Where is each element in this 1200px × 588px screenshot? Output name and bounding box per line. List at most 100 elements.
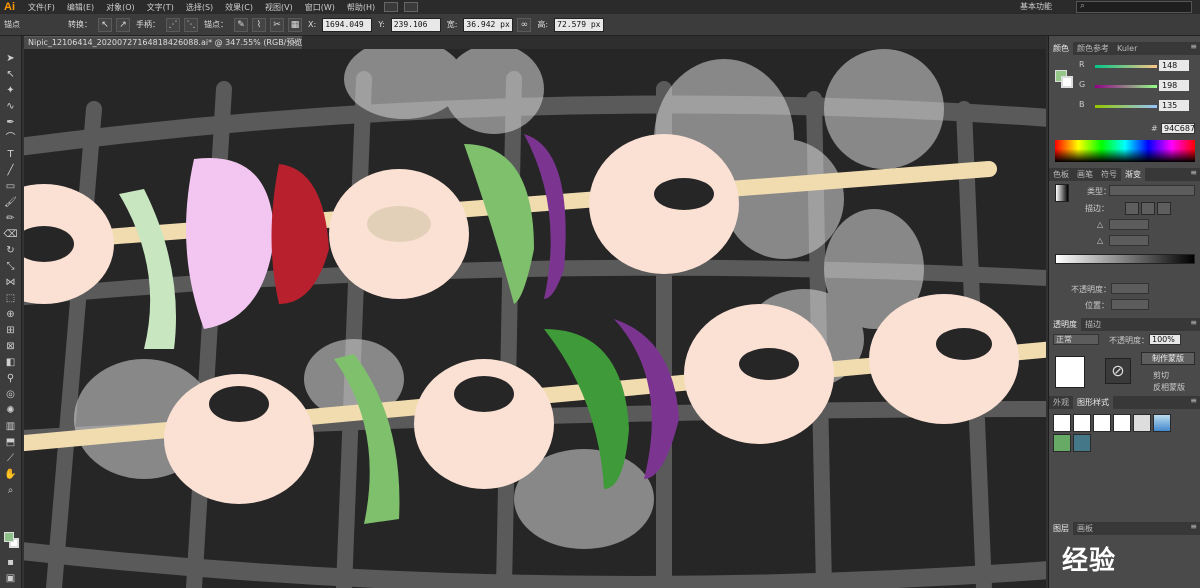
convert-smooth-icon[interactable]: ↗	[116, 17, 130, 32]
menu-view[interactable]: 视图(V)	[259, 2, 299, 13]
gradient-angle-field[interactable]	[1109, 219, 1149, 230]
green-track[interactable]	[1095, 85, 1157, 88]
direct-selection-tool-icon[interactable]: ↖	[3, 68, 18, 81]
screen-mode-icon[interactable]: ▣	[3, 572, 18, 585]
gradient-tool-icon[interactable]: ◧	[3, 356, 18, 369]
gradient-type-select[interactable]	[1109, 185, 1195, 196]
invert-mask-checkbox[interactable]: 反相蒙版	[1153, 382, 1185, 393]
artboard-canvas[interactable]	[24, 49, 1046, 588]
magic-wand-tool-icon[interactable]: ✦	[3, 84, 18, 97]
column-graph-tool-icon[interactable]: ▥	[3, 420, 18, 433]
tab-symbols[interactable]: 符号	[1097, 168, 1121, 181]
red-value[interactable]: 148	[1159, 60, 1189, 71]
tab-kuler[interactable]: Kuler	[1113, 42, 1141, 55]
x-field[interactable]: 1694.049	[322, 17, 373, 32]
layers-panel-menu-icon[interactable]: ≡	[1190, 522, 1197, 531]
clip-checkbox[interactable]: 剪切	[1153, 370, 1169, 381]
tab-appearance[interactable]: 外观	[1049, 396, 1073, 409]
make-mask-button[interactable]: 制作蒙版	[1141, 352, 1195, 365]
tab-stroke[interactable]: 描边	[1081, 318, 1105, 331]
menu-select[interactable]: 选择(S)	[180, 2, 219, 13]
rotate-tool-icon[interactable]: ↻	[3, 244, 18, 257]
menu-edit[interactable]: 编辑(E)	[61, 2, 100, 13]
gradient-preview[interactable]	[1055, 184, 1069, 202]
tab-graphic-styles[interactable]: 图形样式	[1073, 396, 1113, 409]
workspace-switcher[interactable]: 基本功能	[1020, 1, 1070, 13]
symbol-sprayer-tool-icon[interactable]: ✺	[3, 404, 18, 417]
red-track[interactable]	[1095, 65, 1157, 68]
style-2[interactable]	[1073, 414, 1091, 432]
style-8[interactable]	[1073, 434, 1091, 452]
pen-tool-icon[interactable]: ✒	[3, 116, 18, 129]
stroke-across-icon[interactable]	[1157, 202, 1171, 215]
y-field[interactable]: 239.106	[390, 17, 441, 32]
reference-point-icon[interactable]: ▦	[288, 17, 302, 32]
tab-swatches[interactable]: 色板	[1049, 168, 1073, 181]
line-tool-icon[interactable]: ╱	[3, 164, 18, 177]
show-handles-icon[interactable]: ⋰	[166, 17, 180, 32]
hide-handles-icon[interactable]: ⋱	[184, 17, 198, 32]
style-7[interactable]	[1053, 434, 1071, 452]
blend-tool-icon[interactable]: ◎	[3, 388, 18, 401]
convert-corner-icon[interactable]: ↖	[98, 17, 112, 32]
gradient-panel-menu-icon[interactable]: ≡	[1190, 168, 1197, 177]
color-stroke-swatch[interactable]	[1061, 76, 1073, 88]
blue-slider[interactable]: B 135	[1079, 100, 1199, 112]
hex-field[interactable]: 94C687	[1161, 123, 1195, 134]
stroke-within-icon[interactable]	[1125, 202, 1139, 215]
remove-anchor-icon[interactable]: ✎	[234, 17, 248, 32]
menu-file[interactable]: 文件(F)	[22, 2, 61, 13]
menu-window[interactable]: 窗口(W)	[299, 2, 341, 13]
transparency-panel-menu-icon[interactable]: ≡	[1190, 318, 1197, 327]
lasso-tool-icon[interactable]: ∿	[3, 100, 18, 113]
mesh-tool-icon[interactable]: ⊠	[3, 340, 18, 353]
close-tab-icon[interactable]: ×	[291, 37, 298, 49]
style-6[interactable]	[1153, 414, 1171, 432]
selection-tool-icon[interactable]: ➤	[3, 52, 18, 65]
slice-tool-icon[interactable]: ⟋	[3, 452, 18, 465]
artboard-tool-icon[interactable]: ⬒	[3, 436, 18, 449]
cut-path-icon[interactable]: ✂	[270, 17, 284, 32]
shape-builder-tool-icon[interactable]: ⊕	[3, 308, 18, 321]
arrange-icon[interactable]	[404, 2, 419, 12]
panel-menu-icon[interactable]: ≡	[1190, 42, 1197, 51]
blue-value[interactable]: 135	[1159, 100, 1189, 111]
hand-tool-icon[interactable]: ✋	[3, 468, 18, 481]
opacity-thumbnail[interactable]	[1055, 356, 1085, 388]
style-default[interactable]	[1053, 414, 1071, 432]
tab-color-guide[interactable]: 颜色参考	[1073, 42, 1113, 55]
blue-track[interactable]	[1095, 105, 1157, 108]
bridge-icon[interactable]	[384, 2, 399, 12]
color-spectrum[interactable]	[1055, 140, 1195, 162]
h-field[interactable]: 72.579 px	[554, 17, 605, 32]
style-4[interactable]	[1113, 414, 1131, 432]
tab-gradient[interactable]: 渐变	[1121, 168, 1145, 181]
paintbrush-tool-icon[interactable]: 🖌	[3, 196, 18, 209]
menu-help[interactable]: 帮助(H)	[341, 2, 381, 13]
connect-anchor-icon[interactable]: ⌇	[252, 17, 266, 32]
tab-artboards[interactable]: 画板	[1073, 522, 1097, 535]
gradient-opacity-field[interactable]	[1111, 283, 1149, 294]
menu-object[interactable]: 对象(O)	[100, 2, 141, 13]
type-tool-icon[interactable]: T	[3, 148, 18, 161]
tab-color[interactable]: 颜色	[1049, 42, 1073, 55]
curvature-tool-icon[interactable]: ⌒	[3, 132, 18, 145]
free-transform-tool-icon[interactable]: ⬚	[3, 292, 18, 305]
eyedropper-tool-icon[interactable]: ⚲	[3, 372, 18, 385]
width-tool-icon[interactable]: ⋈	[3, 276, 18, 289]
perspective-grid-tool-icon[interactable]: ⊞	[3, 324, 18, 337]
rectangle-tool-icon[interactable]: ▭	[3, 180, 18, 193]
zoom-tool-icon[interactable]: ⌕	[3, 484, 18, 497]
menu-type[interactable]: 文字(T)	[141, 2, 180, 13]
scale-tool-icon[interactable]: ⤡	[3, 260, 18, 273]
green-slider[interactable]: G 198	[1079, 80, 1199, 92]
blend-mode-select[interactable]: 正常	[1053, 334, 1099, 345]
menu-effect[interactable]: 效果(C)	[219, 2, 259, 13]
constrain-link-icon[interactable]: ∞	[517, 17, 532, 32]
green-value[interactable]: 198	[1159, 80, 1189, 91]
stroke-along-icon[interactable]	[1141, 202, 1155, 215]
color-mode-icon[interactable]: ▪	[3, 556, 18, 569]
eraser-tool-icon[interactable]: ⌫	[3, 228, 18, 241]
fill-swatch[interactable]	[4, 532, 14, 542]
search-input[interactable]: ⌕	[1076, 1, 1192, 13]
